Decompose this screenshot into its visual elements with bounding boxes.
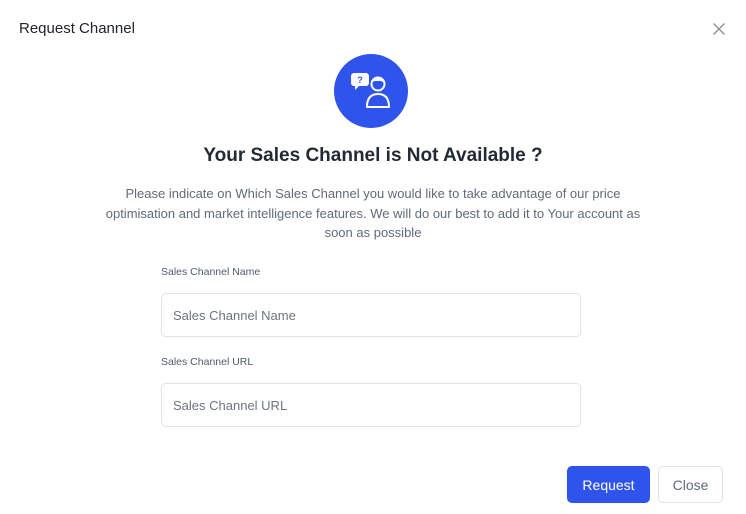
sales-channel-url-label: Sales Channel URL bbox=[161, 356, 254, 368]
modal-description: Please indicate on Which Sales Channel y… bbox=[105, 186, 641, 240]
sales-channel-name-label: Sales Channel Name bbox=[161, 266, 261, 278]
support-chat-user-icon: ? bbox=[334, 54, 408, 128]
close-icon-glyph bbox=[713, 23, 725, 35]
svg-text:?: ? bbox=[357, 75, 363, 85]
modal-title: Request Channel bbox=[19, 20, 135, 37]
sales-channel-url-input[interactable] bbox=[161, 383, 581, 427]
sales-channel-name-input[interactable] bbox=[161, 293, 581, 337]
modal-heading: Your Sales Channel is Not Available ? bbox=[203, 145, 543, 166]
close-icon[interactable] bbox=[708, 18, 730, 40]
request-channel-modal: Request Channel ? Your Sales Channel is … bbox=[0, 0, 746, 514]
close-button[interactable]: Close bbox=[658, 466, 723, 503]
request-button[interactable]: Request bbox=[567, 466, 650, 503]
support-chat-user-glyph: ? bbox=[351, 73, 390, 108]
